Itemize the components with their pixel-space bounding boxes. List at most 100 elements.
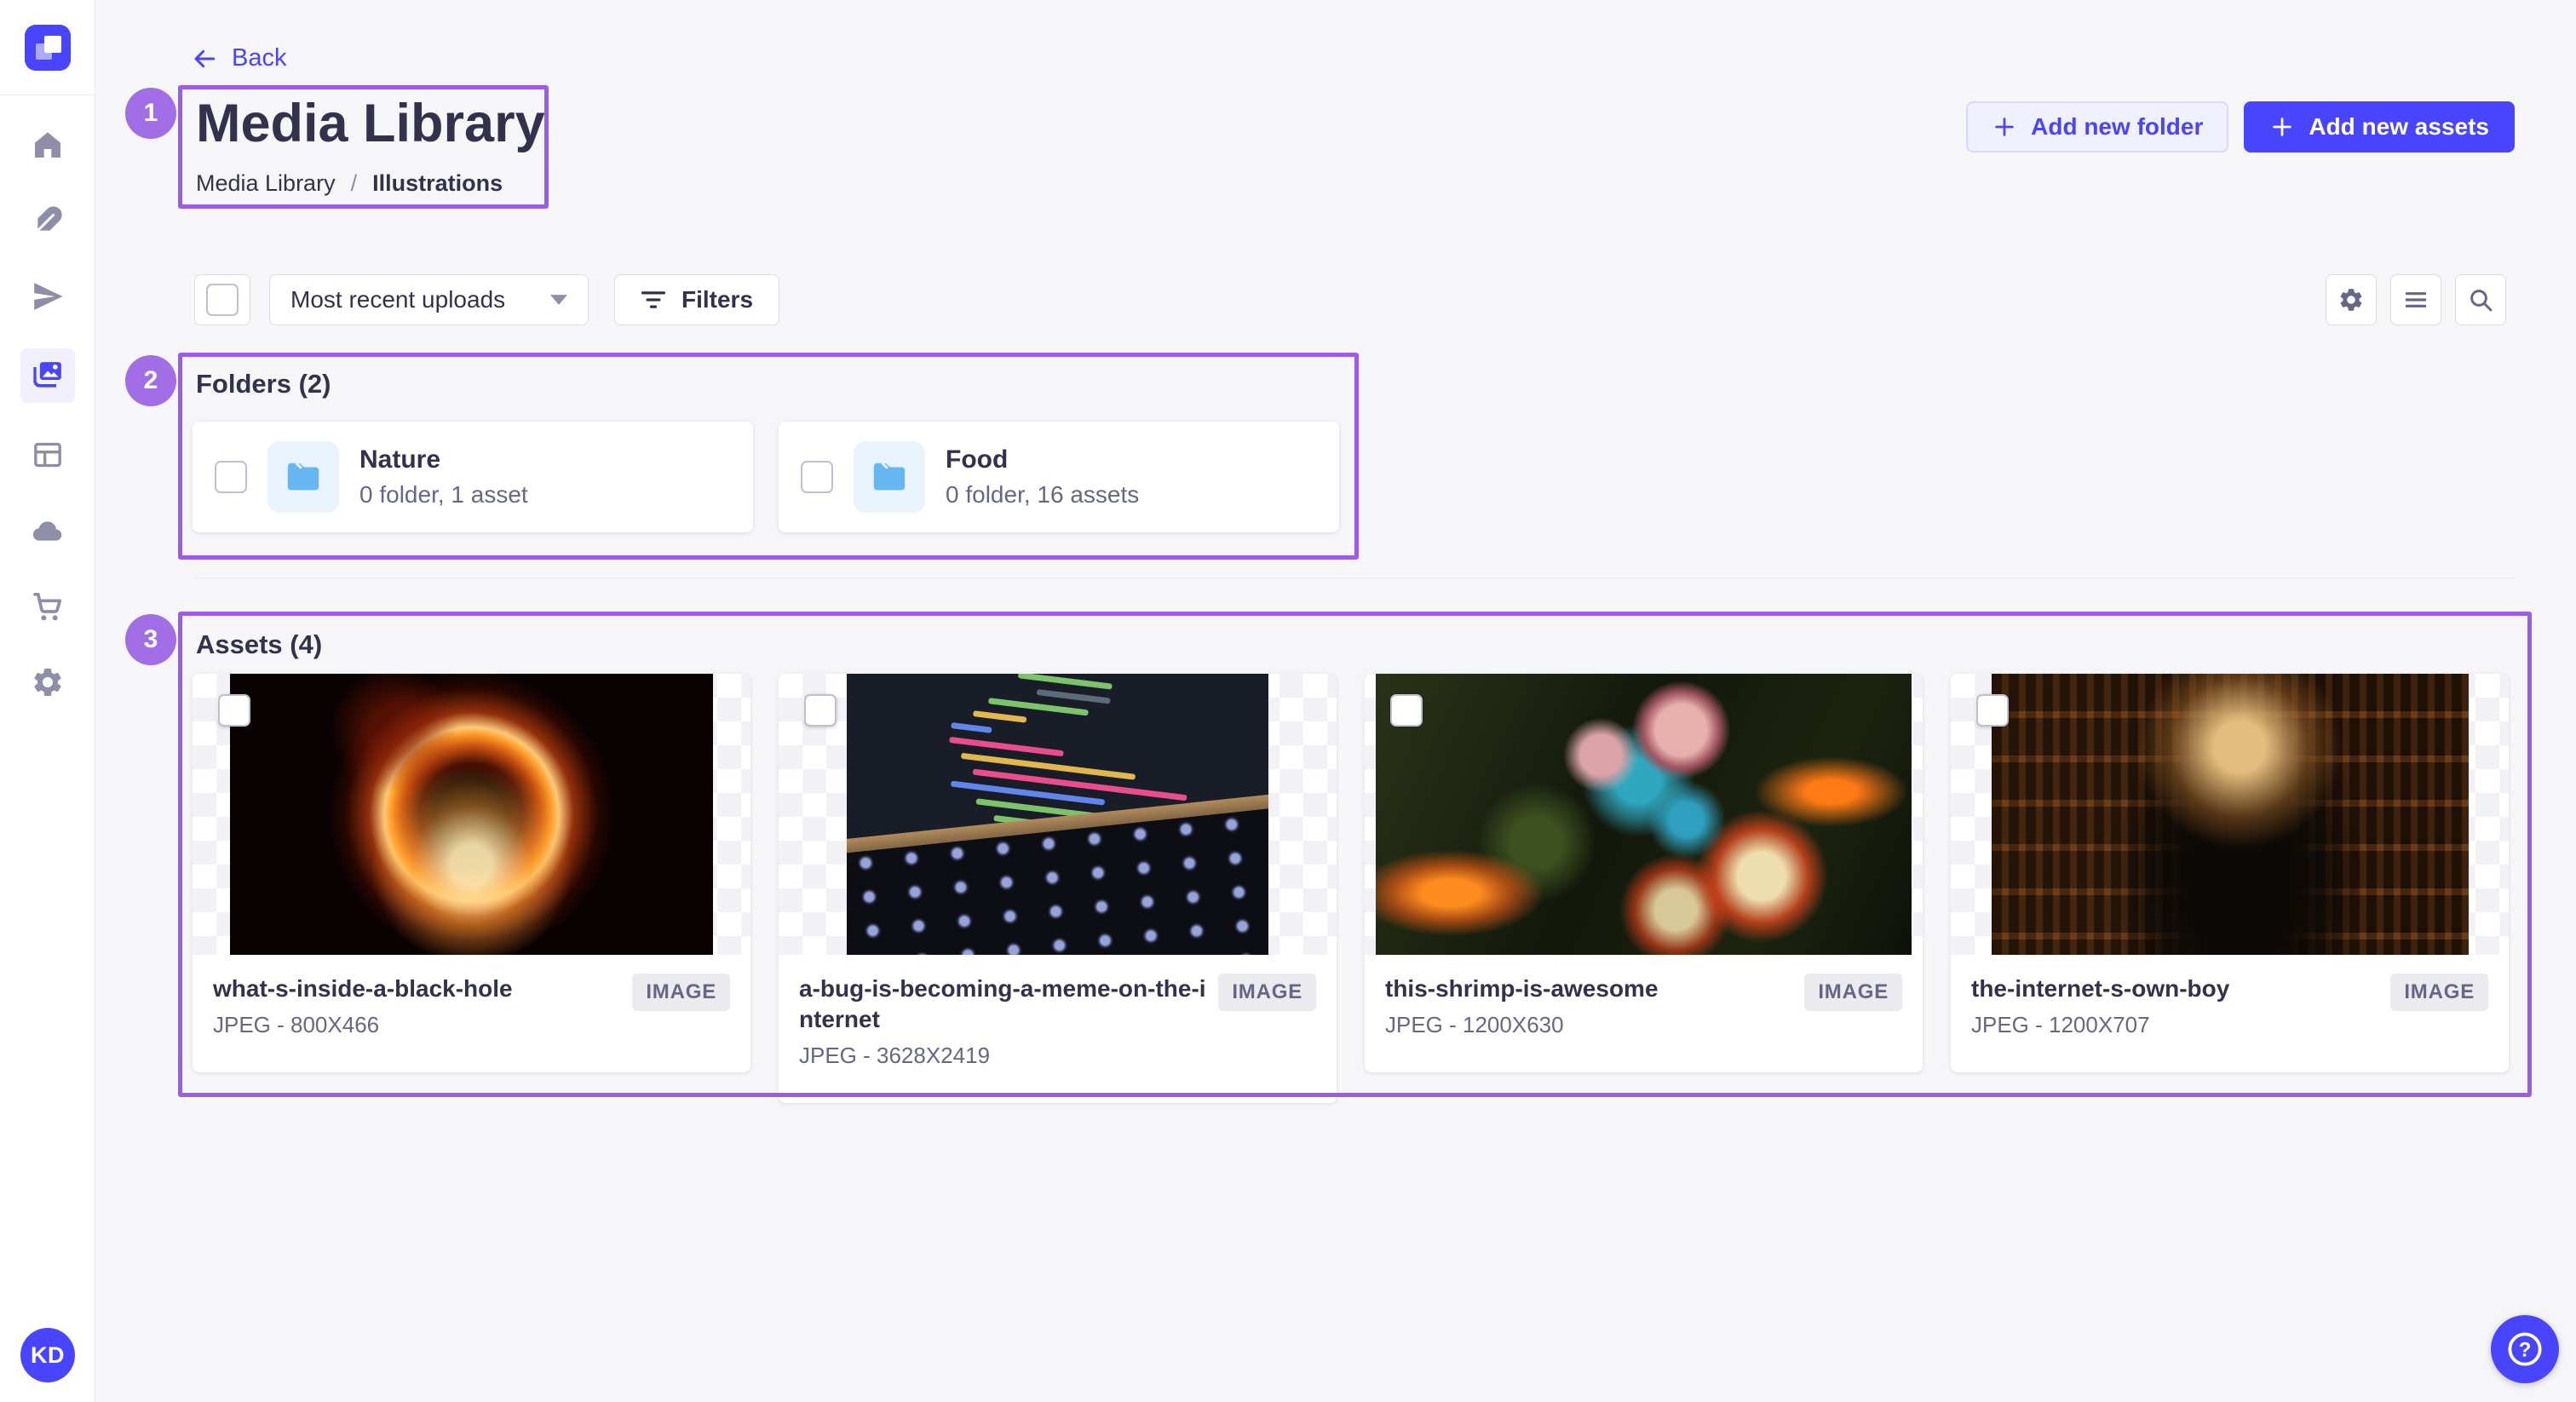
asset-footer: what-s-inside-a-black-hole JPEG - 800X46…	[193, 955, 750, 1072]
asset-card[interactable]: the-internet-s-own-boy JPEG - 1200X707 I…	[1951, 674, 2509, 1072]
gear-icon	[31, 665, 65, 699]
layout-icon	[31, 438, 65, 472]
folder-name: Nature	[359, 445, 528, 474]
asset-name: a-bug-is-becoming-a-meme-on-the-internet	[799, 974, 1206, 1035]
sidebar-item-home[interactable]	[24, 121, 72, 169]
select-all-checkbox[interactable]	[206, 284, 239, 316]
paper-plane-icon	[31, 279, 65, 313]
sidebar: KD	[0, 0, 95, 1402]
asset-card[interactable]: this-shrimp-is-awesome JPEG - 1200X630 I…	[1365, 674, 1923, 1072]
home-icon	[31, 128, 65, 162]
back-link[interactable]: Back	[191, 44, 286, 72]
select-all-wrap	[194, 274, 250, 325]
annotation-badge-2: 2	[125, 355, 176, 406]
help-button[interactable]: ?	[2491, 1315, 2559, 1383]
logo-box	[0, 0, 95, 95]
feather-icon	[31, 204, 65, 238]
asset-type-badge: IMAGE	[2390, 974, 2488, 1011]
asset-info: what-s-inside-a-black-hole JPEG - 800X46…	[213, 974, 620, 1038]
breadcrumb: Media Library / Illustrations	[196, 170, 503, 197]
asset-checkbox[interactable]	[218, 694, 250, 727]
asset-type-badge: IMAGE	[1218, 974, 1316, 1011]
asset-thumbnail-mantis-shrimp	[1376, 674, 1912, 955]
strapi-logo[interactable]	[25, 25, 71, 71]
breadcrumb-separator: /	[351, 170, 358, 197]
svg-text:?: ?	[2519, 1338, 2532, 1361]
sidebar-item-deploy[interactable]	[24, 507, 72, 554]
assets-heading: Assets (4)	[196, 629, 322, 660]
sidebar-item-settings[interactable]	[24, 658, 72, 706]
sidebar-item-content-manager[interactable]	[24, 197, 72, 244]
filters-label: Filters	[681, 286, 753, 313]
breadcrumb-current: Illustrations	[372, 170, 503, 197]
folder-tile	[854, 441, 925, 513]
cloud-icon	[31, 514, 65, 548]
folder-card-nature[interactable]: Nature 0 folder, 1 asset	[193, 422, 753, 532]
asset-meta: JPEG - 800X466	[213, 1011, 620, 1038]
user-avatar[interactable]: KD	[20, 1328, 75, 1382]
asset-checkbox[interactable]	[1390, 694, 1423, 727]
list-icon	[2402, 286, 2429, 313]
media-library-page: KD Back Media Library Media Library / Il…	[0, 0, 2576, 1402]
asset-footer: this-shrimp-is-awesome JPEG - 1200X630 I…	[1365, 955, 1923, 1072]
asset-thumbnail-laptop-code	[847, 674, 1268, 955]
sidebar-item-marketplace[interactable]	[24, 583, 72, 630]
asset-thumbnail-black-hole	[230, 674, 713, 955]
logo-shape	[44, 36, 61, 53]
search-button[interactable]	[2455, 274, 2506, 325]
folder-name: Food	[946, 445, 1139, 474]
folders-heading: Folders (2)	[196, 369, 331, 399]
annotation-badge-1: 1	[125, 88, 176, 139]
sidebar-item-content-type-builder[interactable]	[24, 431, 72, 479]
asset-thumb-area	[1365, 674, 1923, 955]
asset-meta: JPEG - 1200X630	[1385, 1011, 1792, 1038]
gear-icon	[2337, 286, 2365, 313]
asset-thumbnail-library-portrait	[1992, 674, 2469, 955]
avatar-initials: KD	[31, 1342, 65, 1369]
asset-type-badge: IMAGE	[1804, 974, 1902, 1011]
filters-button[interactable]: Filters	[614, 274, 779, 325]
folder-checkbox[interactable]	[215, 461, 247, 493]
add-new-assets-button[interactable]: Add new assets	[2244, 101, 2515, 152]
asset-name: the-internet-s-own-boy	[1971, 974, 2378, 1004]
sort-dropdown[interactable]: Most recent uploads	[269, 274, 589, 325]
sidebar-item-release[interactable]	[24, 273, 72, 320]
search-icon	[2467, 286, 2494, 313]
page-title: Media Library	[196, 92, 545, 155]
folder-meta: 0 folder, 1 asset	[359, 481, 528, 509]
add-folder-label: Add new folder	[2031, 113, 2203, 141]
annotation-badge-3: 3	[125, 614, 176, 665]
asset-info: this-shrimp-is-awesome JPEG - 1200X630	[1385, 974, 1792, 1038]
asset-thumb-area	[193, 674, 750, 955]
asset-info: the-internet-s-own-boy JPEG - 1200X707	[1971, 974, 2378, 1038]
list-view-button[interactable]	[2390, 274, 2441, 325]
plus-icon	[1992, 114, 2017, 140]
asset-footer: the-internet-s-own-boy JPEG - 1200X707 I…	[1951, 955, 2509, 1072]
folder-checkbox[interactable]	[801, 461, 833, 493]
sort-value: Most recent uploads	[290, 286, 505, 313]
asset-name: this-shrimp-is-awesome	[1385, 974, 1792, 1004]
folder-card-food[interactable]: Food 0 folder, 16 assets	[779, 422, 1339, 532]
asset-card[interactable]: a-bug-is-becoming-a-meme-on-the-internet…	[779, 674, 1337, 1103]
asset-checkbox[interactable]	[804, 694, 837, 727]
add-new-folder-button[interactable]: Add new folder	[1966, 101, 2228, 152]
asset-card[interactable]: what-s-inside-a-black-hole JPEG - 800X46…	[193, 674, 750, 1072]
folder-text: Nature 0 folder, 1 asset	[359, 445, 528, 509]
asset-name: what-s-inside-a-black-hole	[213, 974, 620, 1004]
back-arrow-icon	[191, 45, 218, 72]
back-label: Back	[232, 44, 286, 72]
asset-thumb-area	[1951, 674, 2509, 955]
question-mark-icon: ?	[2505, 1330, 2544, 1369]
settings-button[interactable]	[2326, 274, 2377, 325]
asset-meta: JPEG - 1200X707	[1971, 1011, 2378, 1038]
add-assets-label: Add new assets	[2309, 113, 2489, 141]
folder-text: Food 0 folder, 16 assets	[946, 445, 1139, 509]
plus-icon	[2269, 114, 2295, 140]
breadcrumb-root[interactable]: Media Library	[196, 170, 336, 197]
folder-list: Nature 0 folder, 1 asset Food 0 folder, …	[193, 422, 1339, 532]
folder-icon	[870, 457, 909, 497]
sidebar-nav	[0, 95, 95, 706]
filter-icon	[641, 290, 666, 310]
asset-checkbox[interactable]	[1976, 694, 2009, 727]
sidebar-item-media-library[interactable]	[20, 348, 75, 403]
